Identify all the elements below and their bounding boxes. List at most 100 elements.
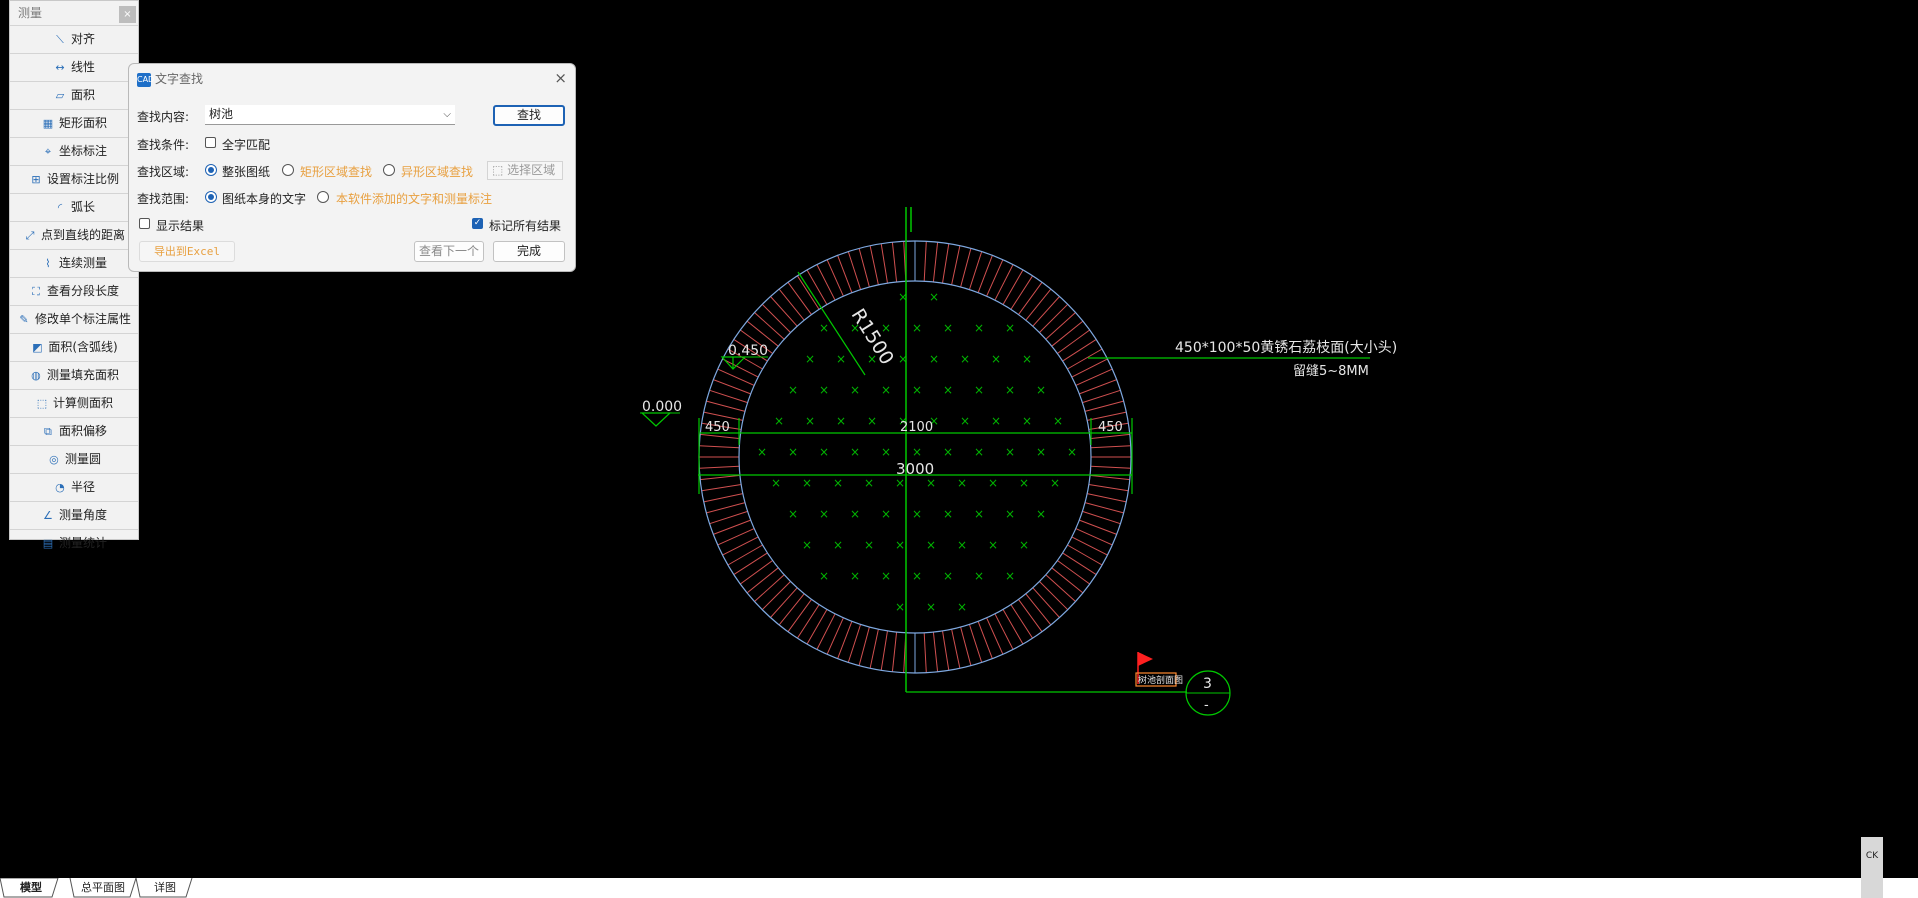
measure-tool-item[interactable]: ⌖ 坐标标注: [10, 137, 138, 165]
plant-mark: ×: [850, 569, 860, 583]
corner-widget[interactable]: CK: [1861, 837, 1883, 898]
measure-tool-item[interactable]: ◜ 弧长: [10, 193, 138, 221]
plant-mark: ×: [957, 476, 967, 490]
measure-tool-item[interactable]: ▦ 矩形面积: [10, 109, 138, 137]
plant-mark: ×: [864, 476, 874, 490]
plant-mark: ×: [943, 507, 953, 521]
paving-joint-line: [701, 484, 742, 492]
paving-joint-line: [699, 445, 740, 449]
measure-panel-title: 测量 ×: [10, 1, 138, 25]
area-radio-whole[interactable]: [205, 164, 217, 176]
measure-tool-item[interactable]: ⤢ 点到直线的距离: [10, 221, 138, 249]
paving-joint-line: [1025, 288, 1052, 321]
plant-mark: ×: [974, 321, 984, 335]
paving-joint-line: [778, 288, 805, 321]
find-button[interactable]: 查找: [493, 105, 565, 126]
export-excel-button[interactable]: 导出到Excel: [139, 241, 235, 262]
dim-right-label: 450: [1098, 420, 1123, 435]
measure-tool-label: 计算侧面积: [52, 396, 113, 410]
measure-tool-item[interactable]: ⌇ 连续测量: [10, 249, 138, 277]
measure-tool-item[interactable]: ⟍ 对齐: [10, 25, 138, 53]
paving-joint-line: [1010, 604, 1034, 639]
paving-joint-line: [1089, 474, 1130, 481]
area-radio-rect[interactable]: [282, 164, 294, 176]
plant-mark: ×: [943, 569, 953, 583]
done-button[interactable]: 完成: [493, 241, 565, 262]
view-next-button[interactable]: 查看下一个: [414, 241, 484, 262]
tab-model[interactable]: 模型: [6, 878, 56, 897]
mark-all-label: 标记所有结果: [489, 219, 562, 233]
measure-tool-item[interactable]: ◩ 面积(含弧线): [10, 333, 138, 361]
paving-joint-line: [942, 630, 950, 671]
paving-joint-line: [1088, 484, 1129, 492]
plant-mark: ×: [805, 352, 815, 366]
measure-tool-item[interactable]: ◍ 测量填充面积: [10, 361, 138, 389]
plant-mark: ×: [850, 507, 860, 521]
plant-mark: ×: [974, 445, 984, 459]
measure-tool-item[interactable]: ⛶ 查看分段长度: [10, 277, 138, 305]
paving-joint-line: [1039, 303, 1069, 333]
circle-measure-icon: ◎: [49, 453, 59, 466]
plant-mark: ×: [805, 414, 815, 428]
app-icon: CAD: [137, 72, 154, 87]
point-line-distance-icon: ⤢: [25, 229, 35, 242]
close-icon[interactable]: ×: [119, 6, 136, 23]
plant-mark: ×: [1036, 383, 1046, 397]
measure-tool-label: 矩形面积: [58, 116, 107, 130]
plant-mark: ×: [819, 507, 829, 521]
select-area-button[interactable]: ⬚ 选择区域: [487, 161, 563, 180]
plant-mark: ×: [929, 352, 939, 366]
measure-tool-item[interactable]: ↔ 线性: [10, 53, 138, 81]
chevron-down-icon[interactable]: ⌵: [443, 105, 451, 124]
measure-tool-item[interactable]: ⊞ 设置标注比例: [10, 165, 138, 193]
radius-icon: ◔: [55, 481, 65, 494]
paving-joint-line: [1090, 465, 1131, 469]
paving-joint-line: [806, 609, 828, 645]
plant-mark: ×: [757, 445, 767, 459]
mark-all-checkbox[interactable]: ✓: [472, 218, 483, 229]
paving-joint-line: [1084, 502, 1124, 514]
plant-mark: ×: [867, 414, 877, 428]
measure-tool-item[interactable]: ▱ 面积: [10, 81, 138, 109]
paving-joint-line: [1071, 358, 1108, 378]
measure-tool-label: 半径: [70, 480, 95, 494]
paving-joint-line: [787, 599, 812, 632]
paving-joint-line: [1067, 348, 1103, 370]
corner-text: CK: [1865, 851, 1879, 861]
close-icon[interactable]: ×: [554, 68, 567, 88]
dim-left-label: 450: [705, 420, 730, 435]
paving-joint-line: [1057, 560, 1090, 585]
measure-panel: 测量 × ⟍ 对齐 ↔ 线性 ▱ 面积 ▦ 矩形面积 ⌖ 坐标标注 ⊞ 设置标注比例 ◜ 弧长 ⤢ 点到直线的…: [9, 0, 139, 550]
measure-tool-label: 对齐: [70, 32, 95, 46]
measure-tool-item[interactable]: ✎ 修改单个标注属性: [10, 305, 138, 333]
side-area-icon: ⬚: [36, 397, 48, 410]
measure-tool-item[interactable]: ▤ 测量统计: [10, 529, 138, 557]
scope-radio-drawing[interactable]: [205, 191, 217, 203]
paving-joint-line: [796, 604, 820, 639]
plant-mark: ×: [960, 414, 970, 428]
arc-area-icon: ◩: [32, 341, 43, 354]
measure-tool-item[interactable]: ⧉ 面积偏移: [10, 417, 138, 445]
fill-area-icon: ◍: [31, 369, 41, 382]
paving-joint-line: [994, 264, 1014, 301]
plant-mark: ×: [1050, 476, 1060, 490]
measure-tool-item[interactable]: ◔ 半径: [10, 473, 138, 501]
show-results-label: 显示结果: [156, 219, 205, 233]
measure-tool-item[interactable]: ⬚ 计算侧面积: [10, 389, 138, 417]
tab-site-plan[interactable]: 总平面图: [74, 878, 132, 897]
measure-tool-label: 设置标注比例: [46, 172, 119, 186]
measure-tool-item[interactable]: ∠ 测量角度: [10, 501, 138, 529]
tab-details[interactable]: 详图: [140, 878, 190, 897]
dim-3000-label: 3000: [896, 460, 934, 478]
measure-tool-item[interactable]: ◎ 测量圆: [10, 445, 138, 473]
area-icon: ▱: [55, 89, 65, 102]
scope-radio-software[interactable]: [317, 191, 329, 203]
area-radio-irregular[interactable]: [383, 164, 395, 176]
full-match-checkbox[interactable]: [205, 137, 216, 148]
show-results-checkbox[interactable]: [139, 218, 150, 229]
plant-mark: ×: [943, 445, 953, 459]
paving-joint-line: [1032, 587, 1060, 618]
plant-mark: ×: [1022, 414, 1032, 428]
plant-mark: ×: [788, 507, 798, 521]
search-content-combo[interactable]: 树池 ⌵: [205, 105, 455, 125]
